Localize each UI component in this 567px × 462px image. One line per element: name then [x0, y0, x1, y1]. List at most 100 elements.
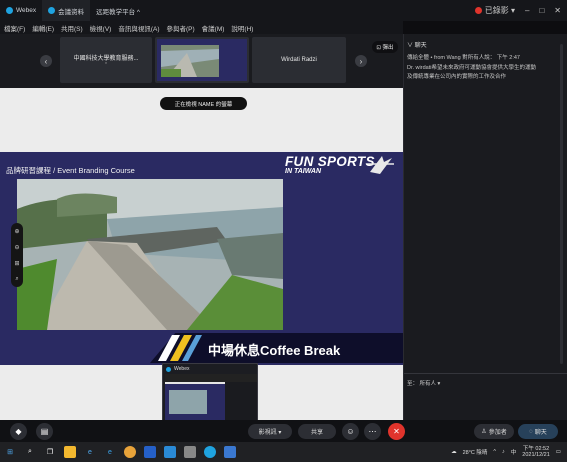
popup-title: Webex — [174, 366, 190, 372]
search-icon[interactable]: ⌕ — [15, 276, 18, 283]
edge-browser-icon[interactable]: e — [84, 446, 96, 458]
meeting-tab[interactable]: 会議资料 — [42, 0, 91, 21]
zoom-toolbar: ⊕ ⊖ ⊞ ⌕ — [11, 223, 23, 287]
menu-file[interactable]: 檔案(F) — [4, 23, 25, 33]
app-title: Webex — [16, 7, 37, 14]
close-button[interactable]: ✕ — [554, 6, 561, 15]
menu-edit[interactable]: 編輯(E) — [32, 23, 54, 33]
layout-icon[interactable]: ▤ — [36, 423, 53, 440]
word-icon[interactable] — [224, 446, 236, 458]
scroll-right-button[interactable]: › — [355, 55, 367, 67]
popup-header: Webex — [163, 364, 257, 374]
scroll-left-button[interactable]: ‹ — [40, 55, 52, 67]
ie-browser-icon[interactable]: e — [104, 446, 116, 458]
recording-label: 已錄影 ▾ — [484, 6, 515, 15]
maximize-button[interactable]: □ — [539, 6, 544, 15]
chat-message-meta: 傳給全體 • from Wang 對所有人說： 下午 2:47 — [407, 55, 520, 61]
chat-divider — [404, 373, 567, 374]
reactions-icon[interactable]: ☺ — [342, 423, 359, 440]
participant-card-1[interactable]: 中國科技大學教育服務... * — [60, 37, 152, 83]
brand-line-2: IN TAIWAN — [285, 168, 322, 175]
more-options-icon[interactable]: ⋯ — [364, 423, 381, 440]
fun-sports-logo: FUN SPORTS IN TAIWAN — [285, 154, 375, 175]
video-button[interactable]: 影視訊 ▾ — [248, 424, 292, 439]
viewing-notice-text: 正在檢視 NAME 的螢幕 — [174, 101, 233, 108]
coffee-break-text: 中場休息Coffee Break — [208, 343, 341, 358]
dam-photo — [17, 179, 283, 330]
torch-logo-icon — [368, 156, 394, 174]
viewing-notice[interactable]: 正在檢視 NAME 的螢幕 — [160, 97, 247, 110]
menu-view[interactable]: 檢視(V) — [90, 23, 112, 33]
app-icon[interactable] — [164, 446, 176, 458]
participants-label: 參加者 — [488, 430, 507, 436]
record-dot-icon — [474, 7, 482, 14]
webex-taskbar-icon[interactable] — [204, 446, 216, 458]
banner-stripes-icon — [158, 335, 202, 361]
menu-participants[interactable]: 參與者(P) — [167, 23, 195, 33]
title-bar: Webex 会議资料 远距教学平台 ^ 已錄影 ▾ – □ ✕ — [0, 0, 567, 21]
webex-home-icon[interactable]: ◆ — [10, 423, 27, 440]
chat-message-text: 及傳統專業在公司內的實際的工作及合作 — [407, 74, 507, 80]
outlook-icon[interactable] — [144, 446, 156, 458]
task-view-icon[interactable]: ❐ — [44, 446, 56, 458]
recording-indicator[interactable]: 已錄影 ▾ — [474, 5, 515, 16]
video-label: 影視訊 ▾ — [258, 430, 282, 436]
participant-card-3[interactable]: Wirdati Radzi — [252, 37, 346, 83]
menu-audio-video[interactable]: 音訊與視訊(A) — [118, 23, 159, 33]
menu-bar: 檔案(F) 編輯(E) 共用(S) 檢視(V) 音訊與視訊(A) 參與者(P) … — [0, 21, 403, 34]
webex-logo-icon — [6, 7, 13, 14]
zoom-out-icon[interactable]: ⊖ — [14, 244, 19, 251]
windows-taskbar: ⊞ ⌕ ❐ e e ☁ 28°C 陰晴 ^ ♪ 中 下午 02:52 2021/… — [0, 442, 567, 462]
search-icon[interactable]: ⌕ — [24, 446, 36, 458]
clock-date: 2021/12/21 — [522, 452, 550, 458]
minimize-button[interactable]: – — [525, 6, 529, 15]
notification-icon[interactable]: ▭ — [556, 449, 561, 455]
volume-icon[interactable]: ♪ — [502, 449, 505, 455]
participant-name: 中國科技大學教育服務... — [73, 55, 139, 62]
app-icon[interactable] — [184, 446, 196, 458]
app-tab[interactable]: Webex — [0, 0, 42, 21]
system-tray: ☁ 28°C 陰晴 ^ ♪ 中 下午 02:52 2021/12/21 ▭ — [451, 442, 561, 462]
end-call-button[interactable]: ✕ — [388, 423, 405, 440]
tab-icon — [48, 7, 56, 14]
meeting-title-tab[interactable]: 远距教学平台 ^ — [90, 0, 146, 21]
tab-label: 会議资料 — [58, 8, 85, 16]
brand-line-1: FUN SPORTS — [285, 154, 375, 169]
fit-screen-icon[interactable]: ⊞ — [14, 260, 19, 267]
weather-text[interactable]: 28°C 陰晴 — [463, 448, 488, 456]
chevron-up-icon[interactable]: ^ — [493, 449, 496, 455]
dam-thumbnail-image — [157, 39, 247, 81]
end-call-icon: ✕ — [393, 427, 400, 436]
file-explorer-icon[interactable] — [64, 446, 76, 458]
menu-help[interactable]: 說明(H) — [231, 23, 253, 33]
webex-logo-icon — [166, 366, 171, 372]
share-button[interactable]: 共享 — [298, 424, 336, 439]
participant-card-2[interactable] — [155, 37, 249, 83]
participant-sub: * — [105, 61, 107, 68]
popout-label: ⊡ 彈出 — [376, 45, 394, 51]
slide-header: 品牌研習課程 / Event Branding Course — [6, 166, 135, 175]
chat-label: 聊天 — [534, 430, 547, 436]
chat-scrollbar[interactable] — [560, 44, 563, 364]
clock[interactable]: 下午 02:52 2021/12/21 — [522, 446, 550, 458]
share-label: 共享 — [310, 430, 323, 436]
chat-header[interactable]: ∨ 聊天 — [407, 40, 427, 49]
chat-button[interactable]: ◌ 聊天 — [518, 424, 558, 439]
windows-start-icon[interactable]: ⊞ — [4, 446, 16, 458]
chat-recipient-select[interactable]: 至： 所有人 ▾ — [407, 379, 440, 387]
chat-bubble-icon: ◌ — [529, 428, 533, 435]
chat-panel — [403, 34, 567, 420]
popout-button[interactable]: ⊡ 彈出 — [372, 41, 398, 53]
chrome-icon[interactable] — [124, 446, 136, 458]
tab-label: 远距教学平台 ^ — [96, 8, 140, 16]
person-icon: ♙ — [481, 429, 487, 435]
participant-strip: ‹ 中國科技大學教育服務... * Wirdati Radzi › — [0, 34, 403, 88]
chat-message-text: Dr. wirdati希望未來政府可運動協會提供大學生的運動 — [407, 65, 536, 71]
menu-share[interactable]: 共用(S) — [61, 23, 83, 33]
participant-name: Wirdati Radzi — [281, 57, 317, 63]
zoom-in-icon[interactable]: ⊕ — [14, 228, 19, 235]
ime-indicator[interactable]: 中 — [511, 448, 517, 456]
participants-button[interactable]: ♙ 參加者 — [474, 424, 514, 439]
weather-icon[interactable]: ☁ — [451, 449, 457, 455]
menu-meeting[interactable]: 會議(M) — [202, 23, 225, 33]
